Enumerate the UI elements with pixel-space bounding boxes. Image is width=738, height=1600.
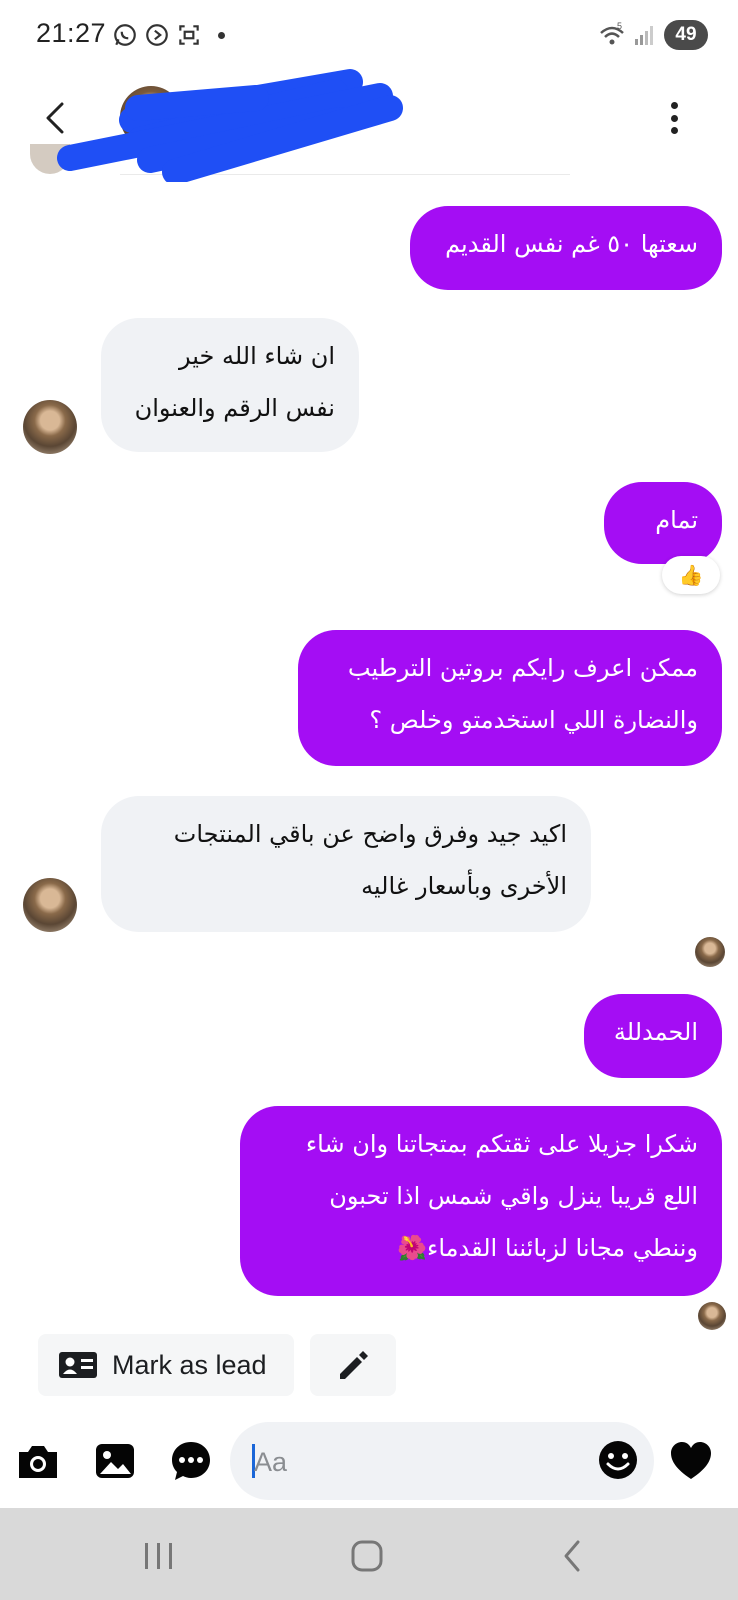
message-bubble-outgoing[interactable]: سعتها ٥٠ غم نفس القديم: [410, 206, 722, 290]
status-right: 5 49: [598, 20, 708, 50]
contact-avatar-secondary: [30, 144, 70, 174]
reaction-badge[interactable]: 👍: [662, 556, 720, 594]
back-button[interactable]: [36, 98, 76, 138]
whatsapp-icon: [114, 24, 136, 46]
chevron-left-icon: [46, 102, 64, 134]
message-input[interactable]: [254, 1442, 584, 1482]
more-notifications-dot: [218, 31, 225, 39]
heart-icon[interactable]: [668, 1438, 714, 1484]
screenshot-icon: [179, 25, 199, 45]
recent-apps-icon: [145, 1543, 172, 1569]
status-bar: 21:27 5 49: [0, 0, 738, 72]
camera-icon[interactable]: [15, 1438, 61, 1484]
read-receipt-avatar: [698, 1302, 726, 1330]
status-time: 21:27: [36, 18, 107, 48]
sender-avatar[interactable]: [23, 400, 77, 454]
contact-card-icon: [59, 1352, 97, 1378]
message-composer: [0, 1416, 738, 1506]
edit-button[interactable]: [310, 1334, 396, 1396]
message-text: اكيد جيد وفرق واضح عن باقي المنتجات: [173, 820, 567, 848]
message-text: نفس الرقم والعنوان: [134, 394, 335, 422]
contact-avatar[interactable]: [120, 86, 182, 148]
message-text: وننطي مجانا لزبائننا القدماء🌺: [397, 1234, 698, 1262]
message-text: اللع قريبا ينزل واقي شمس اذا تحبون: [329, 1182, 698, 1210]
message-text: ان شاء الله خير: [179, 342, 335, 370]
read-receipt-avatar: [695, 937, 725, 967]
chat-header: [0, 72, 738, 182]
recent-apps-button[interactable]: [134, 1536, 184, 1576]
message-bubble-outgoing[interactable]: شكرا جزيلا على ثقتكم بمتجاتنا وان شاء ال…: [240, 1106, 722, 1296]
message-text: الأخرى وبأسعار غاليه: [361, 872, 567, 900]
header-divider: [120, 174, 570, 175]
home-button[interactable]: [342, 1536, 392, 1576]
sender-avatar[interactable]: [23, 878, 77, 932]
battery-indicator: 49: [664, 20, 708, 50]
more-options-button[interactable]: [662, 98, 686, 138]
mark-as-lead-button[interactable]: Mark as lead: [38, 1334, 294, 1396]
message-text: تمام: [655, 506, 698, 534]
message-text: شكرا جزيلا على ثقتكم بمتجاتنا وان شاء: [305, 1130, 698, 1158]
message-text: الحمدللة: [613, 1018, 698, 1046]
pencil-icon: [340, 1351, 368, 1379]
message-bubble-outgoing[interactable]: الحمدللة: [584, 994, 722, 1078]
wifi-icon: 5: [600, 21, 624, 45]
chat-bubble-icon[interactable]: [168, 1438, 214, 1484]
mark-as-lead-label: Mark as lead: [112, 1349, 267, 1380]
thumbs-up-icon: 👍: [678, 563, 704, 587]
home-icon: [351, 1540, 383, 1572]
network-label: 5: [617, 21, 622, 31]
notification-icons: [112, 22, 225, 48]
message-bubble-outgoing[interactable]: تمام: [604, 482, 722, 564]
back-nav-icon: [564, 1540, 580, 1572]
message-bubble-outgoing[interactable]: ممكن اعرف رايكم بروتين الترطيب والنضارة …: [298, 630, 722, 766]
back-nav-button[interactable]: [548, 1536, 598, 1576]
system-nav-bar: [0, 1508, 738, 1600]
message-bubble-incoming[interactable]: ان شاء الله خير نفس الرقم والعنوان: [101, 318, 359, 452]
message-input-container[interactable]: [230, 1422, 654, 1500]
emoji-icon[interactable]: [596, 1438, 640, 1482]
message-text: والنضارة اللي استخدمتو وخلص ؟: [369, 706, 698, 734]
message-text: سعتها ٥٠ غم نفس القديم: [445, 230, 698, 258]
signal-icon: [635, 26, 653, 45]
message-bubble-incoming[interactable]: اكيد جيد وفرق واضح عن باقي المنتجات الأخ…: [101, 796, 591, 932]
message-text: ممكن اعرف رايكم بروتين الترطيب: [347, 654, 698, 682]
image-icon[interactable]: [92, 1438, 138, 1484]
media-play-icon: [146, 24, 168, 46]
